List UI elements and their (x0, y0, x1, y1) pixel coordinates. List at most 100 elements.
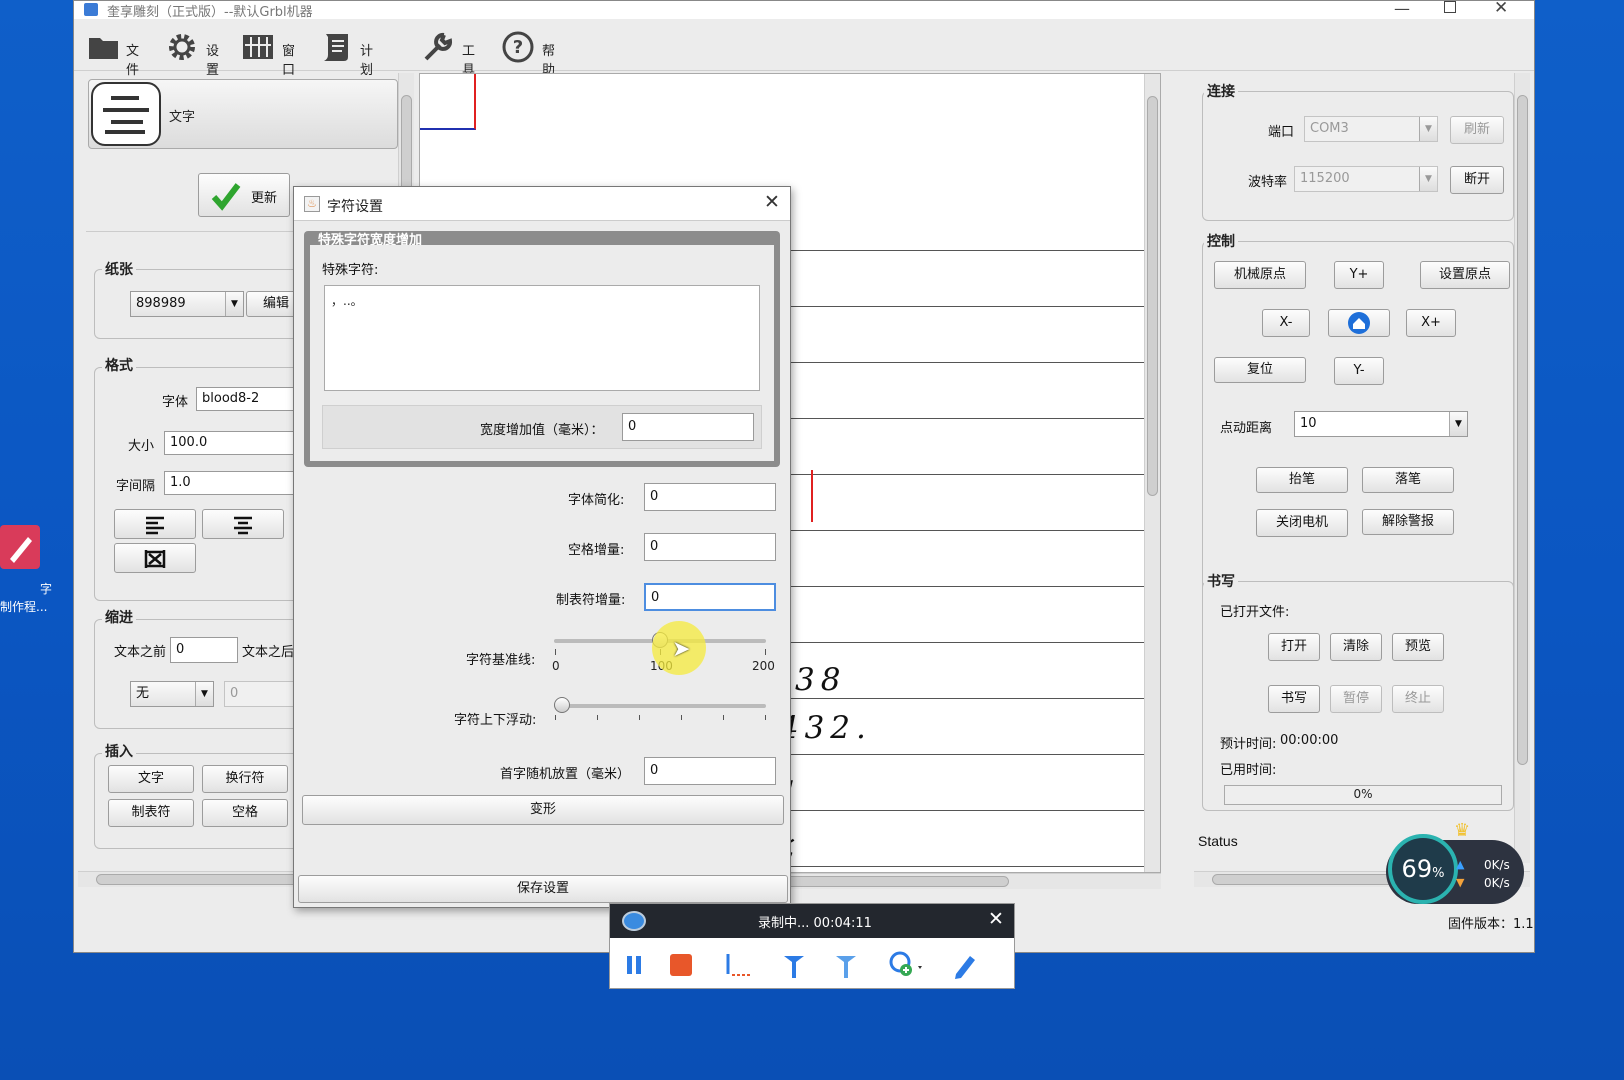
simplify-field[interactable]: 0 (644, 483, 776, 511)
right-panel: 连接 端口 COM3 ▼ 刷新 波特率 115200 ▼ 断开 控制 机械原点 Y+… (1194, 73, 1534, 889)
align-center-button[interactable] (202, 509, 284, 539)
pen-tool-1[interactable] (780, 950, 810, 980)
write-button[interactable]: 书写 (1268, 685, 1320, 713)
float-slider[interactable] (550, 697, 772, 727)
align-center-icon (234, 516, 252, 535)
port-select[interactable]: COM3 ▼ (1304, 116, 1438, 142)
close-dialog-button[interactable]: ✕ (764, 191, 780, 213)
close-recorder-button[interactable]: ✕ (988, 908, 1004, 930)
special-chars-textarea[interactable]: ，..。 (324, 285, 760, 391)
before-text-field[interactable]: 0 (170, 637, 238, 663)
distribute-button[interactable] (114, 543, 196, 573)
scroll-icon (324, 34, 348, 61)
camera-icon (622, 911, 646, 931)
font-field[interactable]: blood8-2 (196, 387, 306, 411)
indent-mode-select[interactable]: 无 ▼ (130, 681, 214, 707)
canvas-vscrollbar[interactable] (1144, 74, 1160, 872)
width-add-field[interactable]: 0 (622, 413, 754, 441)
paper-select[interactable]: 898989 ▼ (130, 291, 244, 317)
update-button[interactable]: 更新 (198, 173, 290, 217)
update-label: 更新 (251, 191, 278, 206)
preview-button[interactable]: 预览 (1392, 633, 1444, 661)
clear-file-button[interactable]: 清除 (1330, 633, 1382, 661)
float-handle[interactable] (554, 697, 570, 713)
space-increment-field[interactable]: 0 (644, 533, 776, 561)
stop-record-button[interactable] (670, 954, 692, 976)
minimize-button[interactable]: — (1394, 0, 1410, 18)
deform-button[interactable]: 变形 (302, 795, 784, 825)
paper-select-value: 898989 (136, 296, 186, 311)
recorder-status: 录制中... 00:04:11 (758, 916, 872, 931)
motor-off-button[interactable]: 关闭电机 (1256, 509, 1348, 537)
right-scroll-thumb[interactable] (1517, 95, 1528, 765)
x-minus-button[interactable]: X- (1262, 309, 1310, 337)
tab-increment-field[interactable]: 0 (644, 583, 776, 611)
text-cursor-tool[interactable] (722, 950, 752, 980)
right-panel-scrollbar[interactable] (1514, 73, 1530, 863)
spacing-label: 字间隔 (116, 479, 156, 494)
align-text-icon (103, 96, 149, 134)
baud-select[interactable]: 115200 ▼ (1294, 166, 1438, 192)
pen-down-button[interactable]: 落笔 (1362, 467, 1454, 493)
network-percent-unit: % (1432, 866, 1445, 881)
simplify-label: 字体简化: (568, 493, 625, 508)
pause-record-button[interactable] (624, 954, 644, 976)
baseline-tick-label-min: 0 (552, 659, 560, 673)
after-text-label: 文本之后 (242, 645, 295, 660)
open-button[interactable]: 打开 (1268, 633, 1320, 661)
port-select-value: COM3 (1310, 121, 1349, 136)
machine-origin-button[interactable]: 机械原点 (1214, 261, 1306, 289)
distribute-icon (144, 550, 166, 568)
pause-write-button[interactable]: 暂停 (1330, 685, 1382, 713)
disconnect-button[interactable]: 断开 (1450, 166, 1504, 194)
pen-icon (10, 537, 32, 563)
port-label: 端口 (1268, 125, 1295, 140)
insert-text-button[interactable]: 文字 (108, 765, 194, 793)
home-button[interactable] (1328, 309, 1390, 337)
size-field[interactable]: 100.0 (164, 431, 306, 455)
desktop-icon-label: 字 (40, 582, 53, 596)
desktop-app-icon[interactable] (0, 525, 40, 569)
random-placement-field[interactable]: 0 (644, 757, 776, 785)
connection-group (1202, 91, 1514, 221)
pen-tool-2[interactable] (832, 950, 862, 980)
text-item[interactable]: 文字 (88, 79, 398, 149)
font-label: 字体 (162, 395, 189, 410)
baud-label: 波特率 (1248, 175, 1288, 190)
set-origin-button[interactable]: 设置原点 (1420, 261, 1510, 289)
maximize-button[interactable] (1444, 1, 1456, 13)
help-icon: ? (502, 31, 534, 63)
network-speed-widget[interactable]: 69% ♛ ▲ 0K/s ▼ 0K/s (1386, 820, 1524, 904)
jog-distance-label: 点动距离 (1220, 421, 1273, 436)
zoom-add-tool[interactable] (888, 950, 922, 980)
used-time-label: 已用时间: (1220, 763, 1277, 778)
jog-distance-select[interactable]: 10 ▼ (1294, 411, 1468, 437)
spacing-field[interactable]: 1.0 (164, 471, 306, 495)
indent-mode-value: 无 (136, 686, 150, 701)
align-left-button[interactable] (114, 509, 196, 539)
pen-up-button[interactable]: 抬笔 (1256, 467, 1348, 493)
float-tick-0 (555, 715, 556, 720)
text-item-label: 文字 (169, 110, 196, 125)
y-plus-button[interactable]: Y+ (1334, 261, 1384, 289)
y-minus-button[interactable]: Y- (1334, 357, 1384, 385)
save-settings-button[interactable]: 保存设置 (298, 875, 788, 903)
clear-alarm-button[interactable]: 解除警报 (1362, 509, 1454, 535)
pencil-tool[interactable] (950, 950, 980, 980)
insert-space-button[interactable]: 空格 (202, 799, 288, 827)
home-icon (1348, 312, 1370, 334)
x-plus-button[interactable]: X+ (1406, 309, 1456, 337)
before-text-label: 文本之前 (114, 645, 167, 660)
baseline-tick-0 (555, 649, 556, 655)
close-window-button[interactable]: ✕ (1494, 0, 1508, 18)
reset-button[interactable]: 复位 (1214, 357, 1306, 383)
insert-newline-button[interactable]: 换行符 (202, 765, 288, 793)
canvas-vscroll-thumb[interactable] (1147, 96, 1158, 496)
stop-write-button[interactable]: 终止 (1392, 685, 1444, 713)
status-label: Status (1198, 833, 1238, 849)
float-tick-3 (681, 715, 682, 720)
right-hscroll-thumb[interactable] (1212, 874, 1412, 885)
insert-tab-button[interactable]: 制表符 (108, 799, 194, 827)
refresh-button[interactable]: 刷新 (1450, 116, 1504, 144)
dialog-title-bar: ♨ 字符设置 ✕ (294, 187, 790, 221)
